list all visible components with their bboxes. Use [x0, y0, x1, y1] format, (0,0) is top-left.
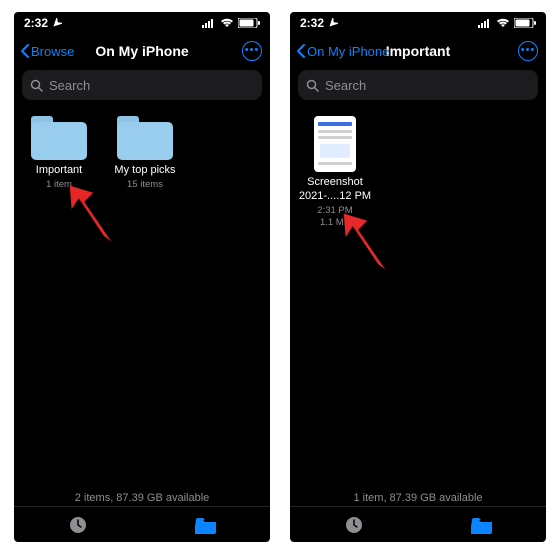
tab-browse[interactable] [471, 516, 493, 534]
footer-status: 1 item, 87.39 GB available [290, 488, 546, 506]
signal-icon [202, 19, 216, 28]
nav-bar: On My iPhone Important ••• [290, 34, 546, 68]
back-button[interactable]: Browse [20, 44, 74, 59]
search-placeholder: Search [49, 78, 90, 93]
chevron-left-icon [20, 44, 29, 58]
screenshot-left: 2:32 Browse On My iPhone ••• Search [14, 12, 270, 542]
clock-icon [68, 515, 88, 535]
more-button[interactable]: ••• [518, 41, 538, 61]
ellipsis-icon: ••• [521, 45, 536, 56]
item-name: My top picks [106, 164, 184, 178]
folder-icon [31, 116, 87, 160]
more-button[interactable]: ••• [242, 41, 262, 61]
content-grid: Important 1 item My top picks 15 items [14, 108, 270, 488]
location-icon [328, 18, 338, 28]
folder-item-my-top-picks[interactable]: My top picks 15 items [106, 116, 184, 190]
status-bar: 2:32 [14, 12, 270, 34]
nav-bar: Browse On My iPhone ••• [14, 34, 270, 68]
tab-bar [14, 506, 270, 542]
item-meta-time: 2:31 PM [296, 205, 374, 216]
status-bar: 2:32 [290, 12, 546, 34]
content-grid: Screenshot 2021-....12 PM 2:31 PM 1.1 MB [290, 108, 546, 488]
wifi-icon [220, 18, 234, 28]
item-name-line1: Screenshot [296, 176, 374, 190]
back-button[interactable]: On My iPhone [296, 44, 389, 59]
back-label: Browse [31, 44, 74, 59]
status-time: 2:32 [300, 16, 324, 30]
tab-bar [290, 506, 546, 542]
search-input[interactable]: Search [298, 70, 538, 100]
location-icon [52, 18, 62, 28]
tab-recents[interactable] [68, 515, 88, 535]
search-placeholder: Search [325, 78, 366, 93]
footer-status: 2 items, 87.39 GB available [14, 488, 270, 506]
item-meta: 15 items [106, 179, 184, 190]
tab-recents[interactable] [344, 515, 364, 535]
ellipsis-icon: ••• [245, 45, 260, 56]
item-meta: 1 item [20, 179, 98, 190]
wifi-icon [496, 18, 510, 28]
folder-tab-icon [471, 516, 493, 534]
battery-icon [514, 18, 536, 28]
tab-browse[interactable] [195, 516, 217, 534]
folder-item-important[interactable]: Important 1 item [20, 116, 98, 190]
folder-tab-icon [195, 516, 217, 534]
status-time: 2:32 [24, 16, 48, 30]
file-item-screenshot[interactable]: Screenshot 2021-....12 PM 2:31 PM 1.1 MB [296, 116, 374, 228]
document-icon [314, 116, 356, 172]
back-label: On My iPhone [307, 44, 389, 59]
item-name: Important [20, 164, 98, 178]
folder-icon [117, 116, 173, 160]
screenshot-right: 2:32 On My iPhone Important ••• Search [290, 12, 546, 542]
item-meta-size: 1.1 MB [296, 217, 374, 228]
signal-icon [478, 19, 492, 28]
item-name-line2: 2021-....12 PM [296, 190, 374, 204]
clock-icon [344, 515, 364, 535]
search-icon [306, 79, 319, 92]
search-icon [30, 79, 43, 92]
chevron-left-icon [296, 44, 305, 58]
battery-icon [238, 18, 260, 28]
search-input[interactable]: Search [22, 70, 262, 100]
